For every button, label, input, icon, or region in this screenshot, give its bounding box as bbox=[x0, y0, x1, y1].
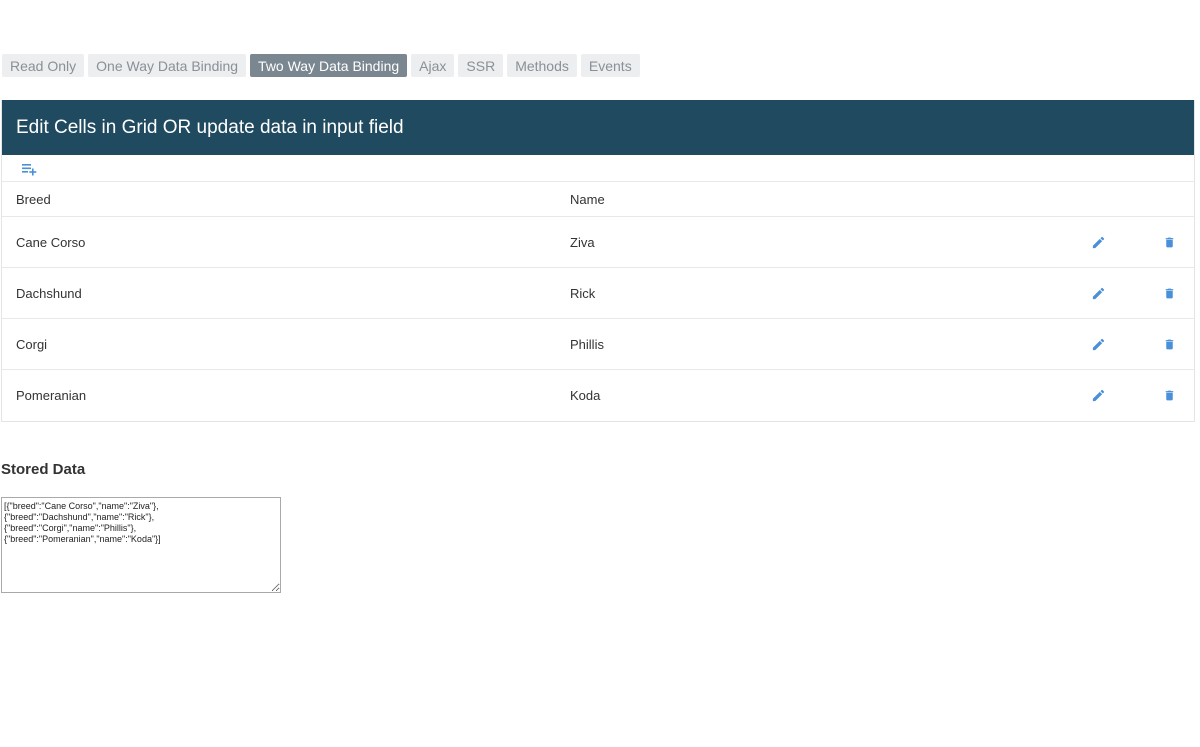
demo-tabs: Read Only One Way Data Binding Two Way D… bbox=[2, 54, 640, 77]
delete-row-button[interactable] bbox=[1161, 336, 1177, 352]
trash-icon bbox=[1165, 288, 1173, 298]
cell-breed[interactable]: Pomeranian bbox=[16, 388, 86, 403]
trash-icon bbox=[1165, 237, 1173, 247]
pencil-icon bbox=[1092, 236, 1104, 248]
edit-row-button[interactable] bbox=[1090, 234, 1106, 250]
delete-row-button[interactable] bbox=[1161, 388, 1177, 404]
table-row: Cane Corso Ziva bbox=[2, 217, 1194, 268]
add-row-button[interactable] bbox=[20, 160, 38, 178]
cell-breed[interactable]: Dachshund bbox=[16, 286, 82, 301]
cell-name[interactable]: Rick bbox=[570, 286, 595, 301]
tab-read-only[interactable]: Read Only bbox=[2, 54, 85, 77]
cell-breed[interactable]: Cane Corso bbox=[16, 235, 85, 250]
delete-row-button[interactable] bbox=[1161, 234, 1177, 250]
data-grid: Edit Cells in Grid OR update data in inp… bbox=[1, 100, 1195, 422]
pencil-icon bbox=[1092, 338, 1104, 350]
column-header-breed[interactable]: Breed bbox=[16, 192, 51, 207]
page: Read Only One Way Data Binding Two Way D… bbox=[0, 0, 1200, 747]
tab-events[interactable]: Events bbox=[580, 54, 640, 77]
cell-breed[interactable]: Corgi bbox=[16, 337, 47, 352]
edit-row-button[interactable] bbox=[1090, 336, 1106, 352]
pencil-icon bbox=[1092, 389, 1104, 402]
grid-column-header-row: Breed Name bbox=[2, 182, 1194, 217]
table-row: Pomeranian Koda bbox=[2, 370, 1194, 421]
grid-toolbar bbox=[2, 155, 1194, 182]
trash-icon bbox=[1165, 339, 1173, 349]
table-row: Corgi Phillis bbox=[2, 319, 1194, 370]
tab-one-way-data-binding[interactable]: One Way Data Binding bbox=[88, 54, 247, 77]
edit-row-button[interactable] bbox=[1090, 285, 1106, 301]
column-header-name[interactable]: Name bbox=[570, 192, 605, 207]
tab-ssr[interactable]: SSR bbox=[458, 54, 504, 77]
delete-row-button[interactable] bbox=[1161, 285, 1177, 301]
tab-methods[interactable]: Methods bbox=[507, 54, 577, 77]
playlist-add-icon bbox=[22, 164, 37, 176]
table-row: Dachshund Rick bbox=[2, 268, 1194, 319]
stored-data-heading: Stored Data bbox=[1, 461, 86, 478]
cell-name[interactable]: Koda bbox=[570, 388, 600, 403]
grid-title: Edit Cells in Grid OR update data in inp… bbox=[2, 100, 1194, 155]
cell-name[interactable]: Phillis bbox=[570, 337, 604, 352]
cell-name[interactable]: Ziva bbox=[570, 235, 595, 250]
trash-icon bbox=[1165, 390, 1173, 401]
edit-row-button[interactable] bbox=[1090, 388, 1106, 404]
stored-data-textarea[interactable]: [{"breed":"Cane Corso","name":"Ziva"}, {… bbox=[1, 497, 281, 593]
pencil-icon bbox=[1092, 287, 1104, 299]
tab-ajax[interactable]: Ajax bbox=[411, 54, 455, 77]
tab-two-way-data-binding[interactable]: Two Way Data Binding bbox=[250, 54, 408, 77]
